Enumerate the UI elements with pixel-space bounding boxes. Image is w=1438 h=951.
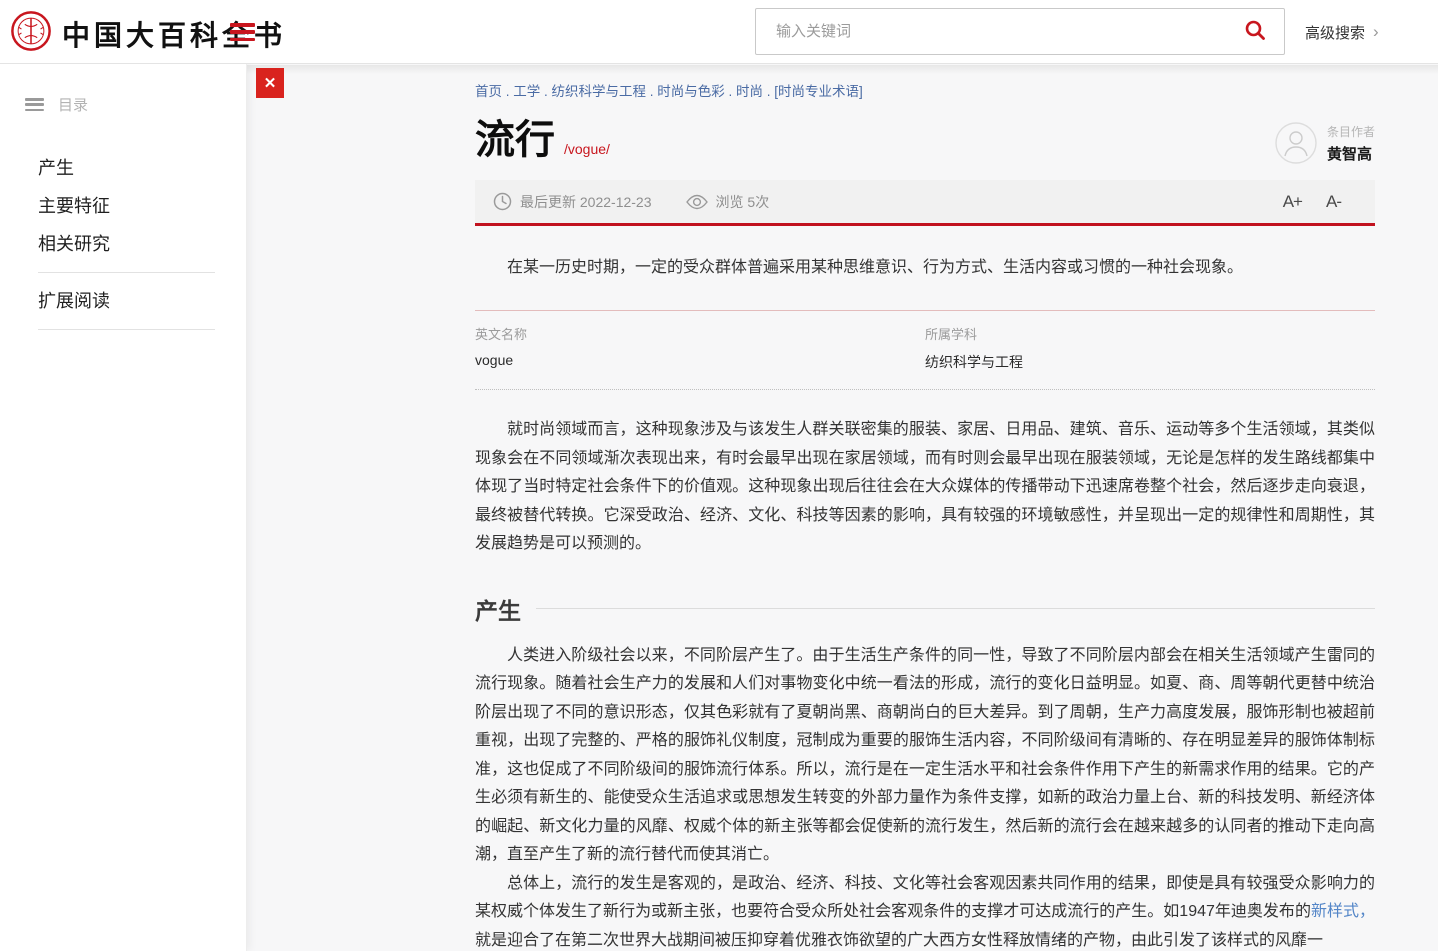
- header: 中国大百科全书 高级搜索 ›: [0, 0, 1438, 64]
- toc-nav: 产生 主要特征 相关研究 扩展阅读: [38, 149, 215, 330]
- origin-paragraph-2-text: 总体上，流行的发生是客观的，是政治、经济、科技、文化等社会客观因素共同作用的结果…: [475, 875, 1375, 921]
- origin-paragraph-2: 总体上，流行的发生是客观的，是政治、经济、科技、文化等社会客观因素共同作用的结果…: [475, 870, 1375, 951]
- sidebar-item-related-research[interactable]: 相关研究: [38, 225, 215, 263]
- field-label: 英文名称: [475, 324, 925, 343]
- sidebar-item-further-reading[interactable]: 扩展阅读: [38, 282, 215, 320]
- toc-label: 目录: [58, 94, 88, 115]
- close-sidebar-button[interactable]: ✕: [256, 68, 284, 98]
- toc-header[interactable]: 目录: [25, 94, 246, 115]
- last-updated: 最后更新 2022-12-23: [520, 192, 652, 212]
- toc-menu-icon: [25, 98, 44, 111]
- link-new-look[interactable]: 新样式，: [1311, 903, 1375, 920]
- close-icon: ✕: [264, 76, 277, 91]
- field-value: vogue: [475, 352, 925, 368]
- search-box: [755, 8, 1285, 55]
- views-icon: [686, 194, 708, 210]
- sidebar-item-main-features[interactable]: 主要特征: [38, 187, 215, 225]
- field-label: 所属学科: [925, 324, 1375, 343]
- search-input[interactable]: [756, 23, 1238, 40]
- view-count: 浏览 5次: [716, 192, 770, 212]
- field-english-name: 英文名称 vogue: [475, 324, 925, 372]
- toc-divider: [38, 272, 215, 273]
- font-decrease-button[interactable]: A-: [1326, 192, 1341, 212]
- section-title: 产生: [475, 592, 521, 626]
- section-rule: [536, 608, 1375, 609]
- article-summary: 在某一历史时期，一定的受众群体普遍采用某种思维意识、行为方式、生活内容或习惯的一…: [475, 254, 1375, 282]
- advanced-search-link[interactable]: 高级搜索 ›: [1305, 0, 1379, 64]
- menu-icon[interactable]: [230, 23, 255, 41]
- article-content: 首页 . 工学 . 纺织科学与工程 . 时尚与色彩 . 时尚 . [时尚专业术语…: [475, 64, 1375, 951]
- author-card: 条目作者 黄智高: [1275, 122, 1375, 164]
- avatar: [1275, 122, 1317, 164]
- page-title: 流行: [475, 118, 555, 162]
- author-label: 条目作者: [1327, 123, 1375, 140]
- search-button[interactable]: [1238, 19, 1284, 44]
- site-seal-icon: [10, 10, 52, 57]
- fields-divider: [475, 389, 1375, 390]
- page: 中国大百科全书 高级搜索 › 目录 产生: [0, 0, 1438, 951]
- section-heading-row: 产生: [475, 592, 1375, 626]
- title-pronunciation: /vogue/: [564, 141, 610, 162]
- title-row: 流行 /vogue/ 条目作者 黄智高: [475, 118, 1375, 164]
- clock-icon: [493, 192, 512, 211]
- intro-paragraph: 就时尚领域而言，这种现象涉及与该发生人群关联密集的服装、家居、日用品、建筑、音乐…: [475, 416, 1375, 559]
- chevron-right-icon: ›: [1373, 22, 1379, 42]
- search-icon: [1244, 19, 1266, 44]
- advanced-search-label: 高级搜索: [1305, 22, 1365, 43]
- sidebar-item-origin[interactable]: 产生: [38, 149, 215, 187]
- meta-bar: 最后更新 2022-12-23 浏览 5次 A+ A-: [475, 180, 1375, 226]
- field-discipline: 所属学科 纺织科学与工程: [925, 324, 1375, 372]
- origin-paragraph-2-text: 就是迎合了在第二次世界大战期间被压抑穿着优雅衣饰欲望的广大西方女性释放情绪的产物…: [475, 932, 1323, 949]
- info-fields: 英文名称 vogue 所属学科 纺织科学与工程: [475, 311, 1375, 372]
- field-value: 纺织科学与工程: [925, 352, 1375, 372]
- toc-divider: [38, 329, 215, 330]
- origin-paragraph-1: 人类进入阶级社会以来，不同阶层产生了。由于生活生产条件的同一性，导致了不同阶层内…: [475, 642, 1375, 870]
- breadcrumb[interactable]: 首页 . 工学 . 纺织科学与工程 . 时尚与色彩 . 时尚 . [时尚专业术语…: [475, 80, 1375, 100]
- font-size-controls: A+ A-: [1283, 192, 1357, 212]
- author-name: 黄智高: [1327, 143, 1375, 164]
- toc-sidebar: 目录 产生 主要特征 相关研究 扩展阅读: [0, 64, 247, 951]
- font-increase-button[interactable]: A+: [1283, 192, 1302, 212]
